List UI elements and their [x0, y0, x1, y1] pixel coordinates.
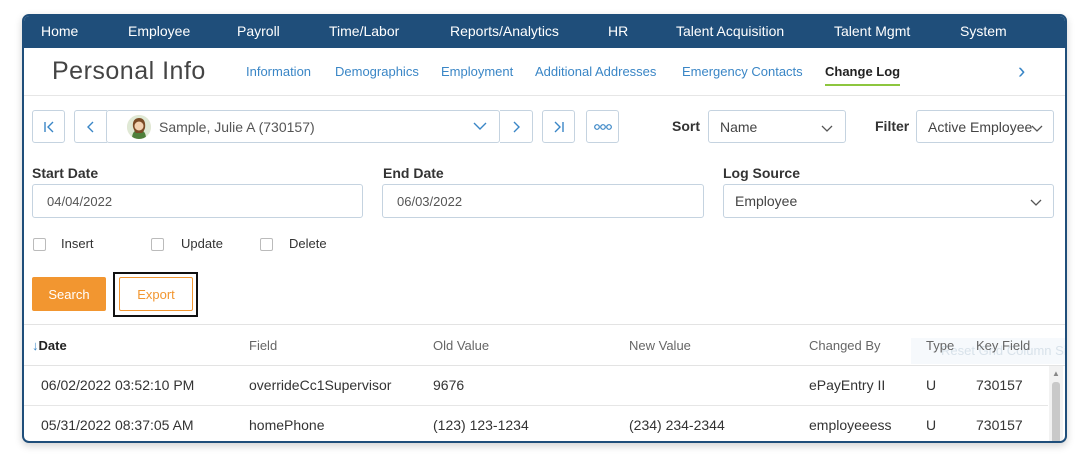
column-key-field[interactable]: Key Field — [976, 338, 1030, 353]
filter-value: Active Employees — [928, 118, 1032, 135]
end-date-label: End Date — [383, 165, 444, 181]
first-record-button[interactable] — [32, 110, 65, 143]
chevron-down-icon — [1030, 195, 1042, 210]
column-type[interactable]: Type — [926, 338, 954, 353]
sort-select[interactable]: Name — [708, 110, 846, 143]
sort-value: Name — [720, 118, 758, 135]
topnav-talent-acquisition[interactable]: Talent Acquisition — [676, 23, 784, 39]
first-page-icon — [43, 121, 53, 132]
cell-field: overrideCc1Supervisor — [249, 377, 392, 393]
ellipsis-icon — [593, 123, 612, 130]
search-button[interactable]: Search — [32, 277, 106, 311]
tab-information[interactable]: Information — [246, 64, 311, 79]
topnav-talent-mgmt[interactable]: Talent Mgmt — [834, 23, 910, 39]
tab-demographics[interactable]: Demographics — [335, 64, 419, 79]
page-title: Personal Info — [52, 57, 206, 85]
delete-checkbox[interactable] — [260, 238, 273, 251]
table-row[interactable]: 06/02/2022 03:52:10 PM overrideCc1Superv… — [24, 366, 1048, 406]
column-date[interactable]: ↓Date — [32, 338, 67, 353]
cell-field: homePhone — [249, 417, 325, 433]
table-row[interactable]: 05/31/2022 08:37:05 AM homePhone (123) 1… — [24, 406, 1048, 441]
avatar — [127, 114, 151, 139]
topnav-hr[interactable]: HR — [608, 23, 628, 39]
chevron-down-icon — [473, 119, 487, 134]
chevron-right-icon — [513, 121, 520, 132]
cell-type: U — [926, 377, 937, 393]
cell-key-field: 730157 — [976, 377, 1023, 393]
update-label: Update — [181, 236, 223, 251]
log-source-value: Employee — [735, 193, 798, 209]
column-changed-by[interactable]: Changed By — [809, 338, 881, 353]
cell-changed-by: employeeess — [809, 417, 892, 433]
table-scrollbar[interactable]: ▲ — [1049, 366, 1063, 441]
previous-record-button[interactable] — [74, 110, 107, 143]
log-source-label: Log Source — [723, 165, 801, 181]
delete-label: Delete — [289, 236, 327, 251]
sub-navigation: Personal Info Information Demographics E… — [24, 48, 1065, 96]
topnav-time-labor[interactable]: Time/Labor — [329, 23, 399, 39]
chevron-down-icon — [1031, 121, 1043, 136]
update-checkbox[interactable] — [151, 238, 164, 251]
cell-new-value: (234) 234-2344 — [629, 417, 725, 433]
topnav-employee[interactable]: Employee — [128, 23, 190, 39]
chevron-down-icon — [821, 121, 833, 136]
employee-name: Sample, Julie A (730157) — [159, 118, 315, 135]
last-record-button[interactable] — [542, 110, 575, 143]
tab-change-log[interactable]: Change Log — [825, 64, 901, 86]
cell-old-value: (123) 123-1234 — [433, 417, 529, 433]
cell-type: U — [926, 417, 937, 433]
more-options-button[interactable] — [586, 110, 619, 143]
filter-label: Filter — [875, 118, 910, 134]
cell-date: 06/02/2022 03:52:10 PM — [41, 377, 195, 393]
topnav-home[interactable]: Home — [41, 23, 78, 39]
start-date-label: Start Date — [32, 165, 99, 181]
sort-label: Sort — [672, 118, 700, 134]
column-field[interactable]: Field — [249, 338, 277, 353]
cell-old-value: 9676 — [433, 377, 465, 393]
chevron-left-icon — [87, 121, 94, 132]
insert-checkbox[interactable] — [33, 238, 46, 251]
chevron-right-icon[interactable]: › — [1018, 58, 1025, 84]
cell-key-field: 730157 — [976, 417, 1023, 433]
last-page-icon — [554, 121, 564, 132]
log-source-select[interactable]: Employee — [723, 184, 1054, 218]
app-window: Home Employee Payroll Time/Labor Reports… — [22, 14, 1067, 443]
tab-additional-addresses[interactable]: Additional Addresses — [535, 64, 656, 79]
end-date-input[interactable]: 06/03/2022 — [382, 184, 704, 218]
cell-date: 05/31/2022 08:37:05 AM — [41, 417, 194, 433]
topnav-reports-analytics[interactable]: Reports/Analytics — [450, 23, 559, 39]
table-header: ↓Date Field Old Value New Value Changed … — [24, 324, 1065, 366]
filter-select[interactable]: Active Employees — [916, 110, 1054, 143]
start-date-input[interactable]: 04/04/2022 — [32, 184, 363, 218]
top-navigation: Home Employee Payroll Time/Labor Reports… — [24, 16, 1065, 48]
scroll-up-icon[interactable]: ▲ — [1052, 369, 1060, 378]
column-old-value[interactable]: Old Value — [433, 338, 489, 353]
scroll-thumb[interactable] — [1052, 382, 1060, 441]
column-new-value[interactable]: New Value — [629, 338, 691, 353]
employee-select[interactable]: Sample, Julie A (730157) — [106, 110, 500, 143]
export-button[interactable]: Export — [119, 277, 193, 311]
next-record-button[interactable] — [500, 110, 533, 143]
topnav-payroll[interactable]: Payroll — [237, 23, 280, 39]
tab-emergency-contacts[interactable]: Emergency Contacts — [682, 64, 803, 79]
cell-changed-by: ePayEntry II — [809, 377, 886, 393]
insert-label: Insert — [61, 236, 94, 251]
topnav-system[interactable]: System — [960, 23, 1007, 39]
tab-employment[interactable]: Employment — [441, 64, 513, 79]
